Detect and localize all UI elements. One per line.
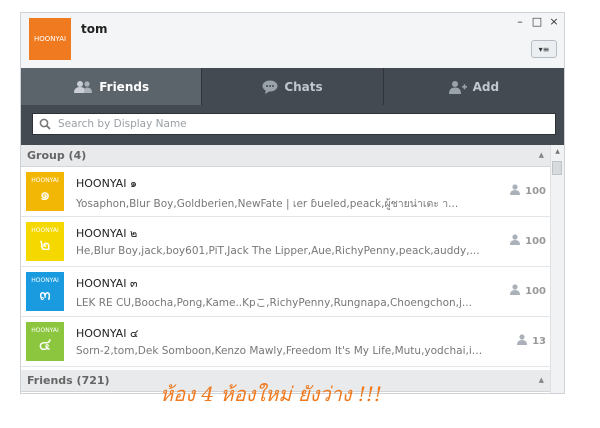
tab-friends-label: Friends [99, 79, 150, 94]
search-icon [33, 115, 51, 134]
group-name: HOONYAI ๒ [76, 227, 138, 240]
member-count-value: 100 [525, 235, 546, 247]
group-avatar: HOONYAI ๑ [26, 172, 64, 211]
add-friend-icon [448, 80, 467, 94]
group-avatar-number: ๒ [39, 234, 51, 255]
profile-username: tom [81, 22, 108, 36]
group-avatar-brand: HOONYAI [31, 176, 59, 184]
group-avatar: HOONYAI ๒ [26, 222, 64, 261]
title-bar: HOONYAI tom – □ × ▾≡ [21, 13, 564, 68]
maximize-button[interactable]: □ [530, 15, 544, 28]
group-members: Yosaphon,Blur Boy,Goldberien,NewFate | เ… [76, 198, 459, 210]
group-avatar-number: ๑ [39, 184, 51, 205]
tab-chats[interactable]: Chats [202, 68, 384, 105]
group-section-label: Group (4) [27, 149, 87, 162]
scrollbar[interactable]: ▲ [550, 145, 564, 393]
member-count-value: 13 [532, 335, 546, 347]
group-avatar-number: ๔ [38, 334, 52, 355]
close-button[interactable]: × [547, 15, 561, 28]
person-icon [517, 334, 528, 348]
chat-bubble-icon [262, 80, 278, 94]
person-icon [510, 284, 521, 298]
member-count-value: 100 [525, 285, 546, 297]
group-members: LEK RE CU,Boocha,Pong,Kame..Kpこ,RichyPen… [76, 297, 472, 309]
profile-avatar[interactable]: HOONYAI [29, 18, 71, 60]
group-avatar-brand: HOONYAI [31, 226, 59, 234]
profile-avatar-text: HOONYAI [33, 35, 67, 43]
tab-add[interactable]: Add [384, 68, 564, 105]
group-members: Sorn-2,tom,Dek Somboon,Kenzo Mawly,Freed… [76, 345, 488, 357]
group-list: HOONYAI ๑ HOONYAI ๑ Yosaphon,Blur Boy,Go… [21, 167, 552, 367]
scroll-up-icon[interactable]: ▲ [551, 145, 564, 159]
group-row[interactable]: HOONYAI ๓ HOONYAI ๓ LEK RE CU,Boocha,Pon… [21, 267, 552, 317]
collapse-arrow-icon[interactable]: ▲ [539, 151, 544, 159]
friends-icon [73, 80, 93, 94]
group-name: HOONYAI ๑ [76, 177, 137, 190]
annotation-text: ห้อง 4 ห้องใหม่ ยังว่าง !!! [160, 382, 383, 406]
member-count: 100 [510, 184, 546, 198]
member-count: 100 [510, 284, 546, 298]
menu-button[interactable]: ▾≡ [531, 40, 557, 58]
group-name: HOONYAI ๓ [76, 277, 138, 290]
tab-add-label: Add [472, 79, 500, 94]
search-input[interactable] [56, 117, 540, 131]
collapse-arrow-icon[interactable]: ▲ [539, 376, 544, 384]
tab-bar: Friends Chats Add [21, 68, 564, 105]
group-row[interactable]: HOONYAI ๔ HOONYAI ๔ Sorn-2,tom,Dek Sombo… [21, 317, 552, 367]
group-name: HOONYAI ๔ [76, 327, 139, 340]
group-avatar-brand: HOONYAI [31, 326, 59, 334]
group-avatar-brand: HOONYAI [31, 276, 59, 284]
search-box [32, 113, 556, 135]
person-icon [510, 184, 521, 198]
group-row[interactable]: HOONYAI ๒ HOONYAI ๒ He,Blur Boy,jack,boy… [21, 217, 552, 267]
group-members: He,Blur Boy,jack,boy601,PiT,Jack The Lip… [76, 245, 480, 257]
group-avatar: HOONYAI ๓ [26, 272, 64, 311]
search-bar [21, 105, 564, 145]
messenger-window: HOONYAI tom – □ × ▾≡ Friends Chats Add S… [20, 12, 565, 394]
member-count-value: 100 [525, 185, 546, 197]
group-avatar: HOONYAI ๔ [26, 322, 64, 361]
group-section-header[interactable]: Group (4) ▲ [21, 145, 552, 167]
minimize-button[interactable]: – [513, 15, 527, 28]
member-count: 100 [510, 234, 546, 248]
scrollbar-thumb[interactable] [552, 161, 562, 175]
group-row[interactable]: HOONYAI ๑ HOONYAI ๑ Yosaphon,Blur Boy,Go… [21, 167, 552, 217]
group-avatar-number: ๓ [39, 284, 51, 305]
friends-section-label: Friends (721) [27, 374, 110, 387]
tab-friends[interactable]: Friends [21, 68, 203, 105]
person-icon [510, 234, 521, 248]
member-count: 13 [517, 334, 546, 348]
tab-chats-label: Chats [284, 79, 323, 94]
